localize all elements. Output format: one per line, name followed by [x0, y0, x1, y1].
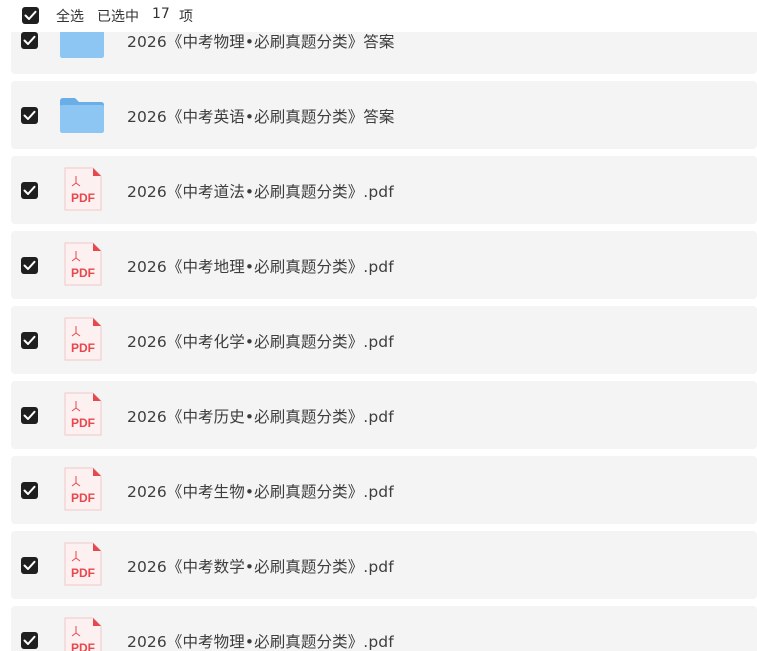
checkmark-icon	[23, 485, 36, 495]
row-checkbox[interactable]	[21, 557, 38, 574]
checkmark-icon	[23, 260, 36, 270]
file-name[interactable]: 2026《中考物理•必刷真题分类》.pdf	[127, 630, 394, 651]
pdf-file-icon: PDF	[59, 616, 105, 651]
folder-icon	[59, 91, 105, 137]
checkmark-icon	[23, 35, 36, 45]
selected-prefix: 已选中	[97, 9, 139, 25]
pdf-file-icon: PDF	[59, 466, 105, 512]
file-list: 2026《中考物理•必刷真题分类》答案 2026《中考英语•必刷真题分类》答案 …	[0, 0, 757, 651]
pdf-badge: PDF	[71, 191, 95, 205]
checkmark-icon	[23, 110, 36, 120]
list-item[interactable]: PDF 2026《中考道法•必刷真题分类》.pdf	[11, 156, 757, 224]
list-item[interactable]: PDF 2026《中考化学•必刷真题分类》.pdf	[11, 306, 757, 374]
file-name[interactable]: 2026《中考道法•必刷真题分类》.pdf	[127, 180, 394, 202]
pdf-badge: PDF	[71, 641, 95, 651]
list-item[interactable]: PDF 2026《中考历史•必刷真题分类》.pdf	[11, 381, 757, 449]
pdf-file-icon: PDF	[59, 316, 105, 362]
list-item[interactable]: 2026《中考英语•必刷真题分类》答案	[11, 81, 757, 149]
checkmark-icon	[23, 635, 36, 645]
checkmark-icon	[23, 335, 36, 345]
pdf-file-icon: PDF	[59, 166, 105, 212]
checkmark-icon	[23, 185, 36, 195]
pdf-badge: PDF	[71, 416, 95, 430]
row-checkbox[interactable]	[21, 32, 38, 49]
row-checkbox[interactable]	[21, 182, 38, 199]
select-all-checkbox[interactable]	[22, 7, 39, 24]
row-checkbox[interactable]	[21, 407, 38, 424]
file-name[interactable]: 2026《中考生物•必刷真题分类》.pdf	[127, 480, 394, 502]
pdf-file-icon: PDF	[59, 241, 105, 287]
selection-toolbar: 全选 已选中 17 项	[0, 0, 757, 32]
pdf-badge: PDF	[71, 266, 95, 280]
row-checkbox[interactable]	[21, 107, 38, 124]
file-name[interactable]: 2026《中考地理•必刷真题分类》.pdf	[127, 255, 394, 277]
list-item[interactable]: PDF 2026《中考物理•必刷真题分类》.pdf	[11, 606, 757, 651]
list-item[interactable]: PDF 2026《中考生物•必刷真题分类》.pdf	[11, 456, 757, 524]
checkmark-icon	[24, 10, 37, 20]
row-checkbox[interactable]	[21, 332, 38, 349]
file-name[interactable]: 2026《中考历史•必刷真题分类》.pdf	[127, 405, 394, 427]
selected-count: 17	[152, 6, 170, 22]
pdf-file-icon: PDF	[59, 541, 105, 587]
row-checkbox[interactable]	[21, 632, 38, 649]
file-name[interactable]: 2026《中考物理•必刷真题分类》答案	[127, 30, 395, 52]
list-item[interactable]: PDF 2026《中考数学•必刷真题分类》.pdf	[11, 531, 757, 599]
row-checkbox[interactable]	[21, 482, 38, 499]
pdf-badge: PDF	[71, 566, 95, 580]
pdf-badge: PDF	[71, 491, 95, 505]
file-name[interactable]: 2026《中考英语•必刷真题分类》答案	[127, 105, 395, 127]
checkmark-icon	[23, 560, 36, 570]
list-item[interactable]: PDF 2026《中考地理•必刷真题分类》.pdf	[11, 231, 757, 299]
selected-suffix: 项	[179, 9, 193, 25]
row-checkbox[interactable]	[21, 257, 38, 274]
pdf-badge: PDF	[71, 341, 95, 355]
pdf-file-icon: PDF	[59, 391, 105, 437]
checkmark-icon	[23, 410, 36, 420]
file-name[interactable]: 2026《中考化学•必刷真题分类》.pdf	[127, 330, 394, 352]
select-all-label[interactable]: 全选	[56, 6, 84, 26]
file-browser: 2026《中考物理•必刷真题分类》答案 2026《中考英语•必刷真题分类》答案 …	[0, 0, 757, 651]
file-name[interactable]: 2026《中考数学•必刷真题分类》.pdf	[127, 555, 394, 577]
